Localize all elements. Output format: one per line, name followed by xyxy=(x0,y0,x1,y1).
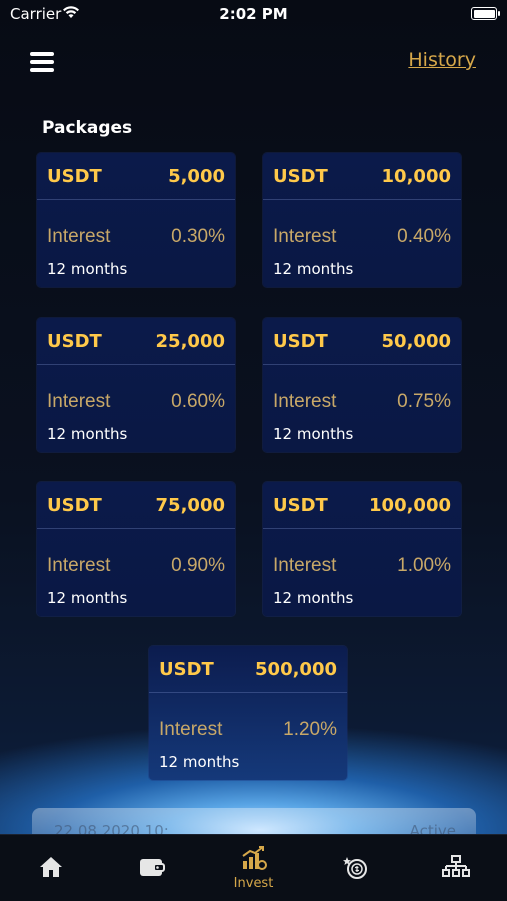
package-card[interactable]: USDT 5,000 Interest 0.30% 12 months xyxy=(37,153,235,287)
card-header: USDT 10,000 xyxy=(263,153,461,200)
amount-label: 500,000 xyxy=(255,659,337,680)
currency-label: USDT xyxy=(159,659,214,680)
home-icon xyxy=(39,857,62,877)
interest-value: 0.90% xyxy=(171,555,225,576)
currency-label: USDT xyxy=(47,331,102,352)
amount-label: 75,000 xyxy=(155,495,225,516)
term-label: 12 months xyxy=(273,260,354,278)
interest-label: Interest xyxy=(47,555,111,576)
amount-label: 10,000 xyxy=(381,166,451,187)
network-icon xyxy=(441,855,470,877)
interest-value: 0.75% xyxy=(397,391,451,412)
interest-value: 1.20% xyxy=(283,719,337,740)
term-label: 12 months xyxy=(47,425,128,443)
currency-label: USDT xyxy=(273,166,328,187)
card-header: USDT 5,000 xyxy=(37,153,235,200)
package-card[interactable]: USDT 50,000 Interest 0.75% 12 months xyxy=(263,318,461,452)
interest-label: Interest xyxy=(273,555,337,576)
wallet-icon xyxy=(139,859,165,876)
amount-label: 25,000 xyxy=(155,331,225,352)
card-header: USDT 75,000 xyxy=(37,482,235,529)
card-header: USDT 100,000 xyxy=(263,482,461,529)
interest-label: Interest xyxy=(47,391,111,412)
package-card[interactable]: USDT 500,000 Interest 1.20% 12 months xyxy=(149,646,347,780)
currency-label: USDT xyxy=(47,495,102,516)
package-card[interactable]: USDT 25,000 Interest 0.60% 12 months xyxy=(37,318,235,452)
term-label: 12 months xyxy=(47,260,128,278)
card-header: USDT 500,000 xyxy=(149,646,347,693)
clock: 2:02 PM xyxy=(219,5,288,23)
tab-network[interactable] xyxy=(405,835,506,901)
history-link[interactable]: History xyxy=(408,49,476,71)
card-header: USDT 25,000 xyxy=(37,318,235,365)
currency-label: USDT xyxy=(273,331,328,352)
interest-value: 0.40% xyxy=(397,226,451,247)
amount-label: 100,000 xyxy=(369,495,451,516)
interest-label: Interest xyxy=(159,719,223,740)
amount-label: 50,000 xyxy=(381,331,451,352)
currency-label: USDT xyxy=(47,166,102,187)
interest-label: Interest xyxy=(47,226,111,247)
term-label: 12 months xyxy=(273,425,354,443)
card-header: USDT 50,000 xyxy=(263,318,461,365)
term-label: 12 months xyxy=(47,589,128,607)
tab-coins[interactable] xyxy=(304,835,405,901)
section-title: Packages xyxy=(42,118,133,138)
tab-home[interactable] xyxy=(0,835,101,901)
status-bar: Carrier 2:02 PM xyxy=(0,0,507,28)
package-card[interactable]: USDT 75,000 Interest 0.90% 12 months xyxy=(37,482,235,616)
tab-invest-label: Invest xyxy=(233,876,274,891)
interest-label: Interest xyxy=(273,391,337,412)
invest-icon xyxy=(241,846,267,870)
amount-label: 5,000 xyxy=(168,166,225,187)
interest-value: 0.30% xyxy=(171,226,225,247)
tab-bar: Invest xyxy=(0,834,507,901)
battery-icon xyxy=(471,7,500,20)
term-label: 12 months xyxy=(273,589,354,607)
interest-label: Interest xyxy=(273,226,337,247)
coins-icon xyxy=(342,857,367,879)
interest-value: 1.00% xyxy=(397,555,451,576)
tab-wallet[interactable] xyxy=(101,835,202,901)
currency-label: USDT xyxy=(273,495,328,516)
interest-value: 0.60% xyxy=(171,391,225,412)
package-card[interactable]: USDT 10,000 Interest 0.40% 12 months xyxy=(263,153,461,287)
tab-invest[interactable]: Invest xyxy=(203,835,304,901)
package-card[interactable]: USDT 100,000 Interest 1.00% 12 months xyxy=(263,482,461,616)
hamburger-menu-icon[interactable] xyxy=(30,52,54,72)
term-label: 12 months xyxy=(159,753,240,771)
